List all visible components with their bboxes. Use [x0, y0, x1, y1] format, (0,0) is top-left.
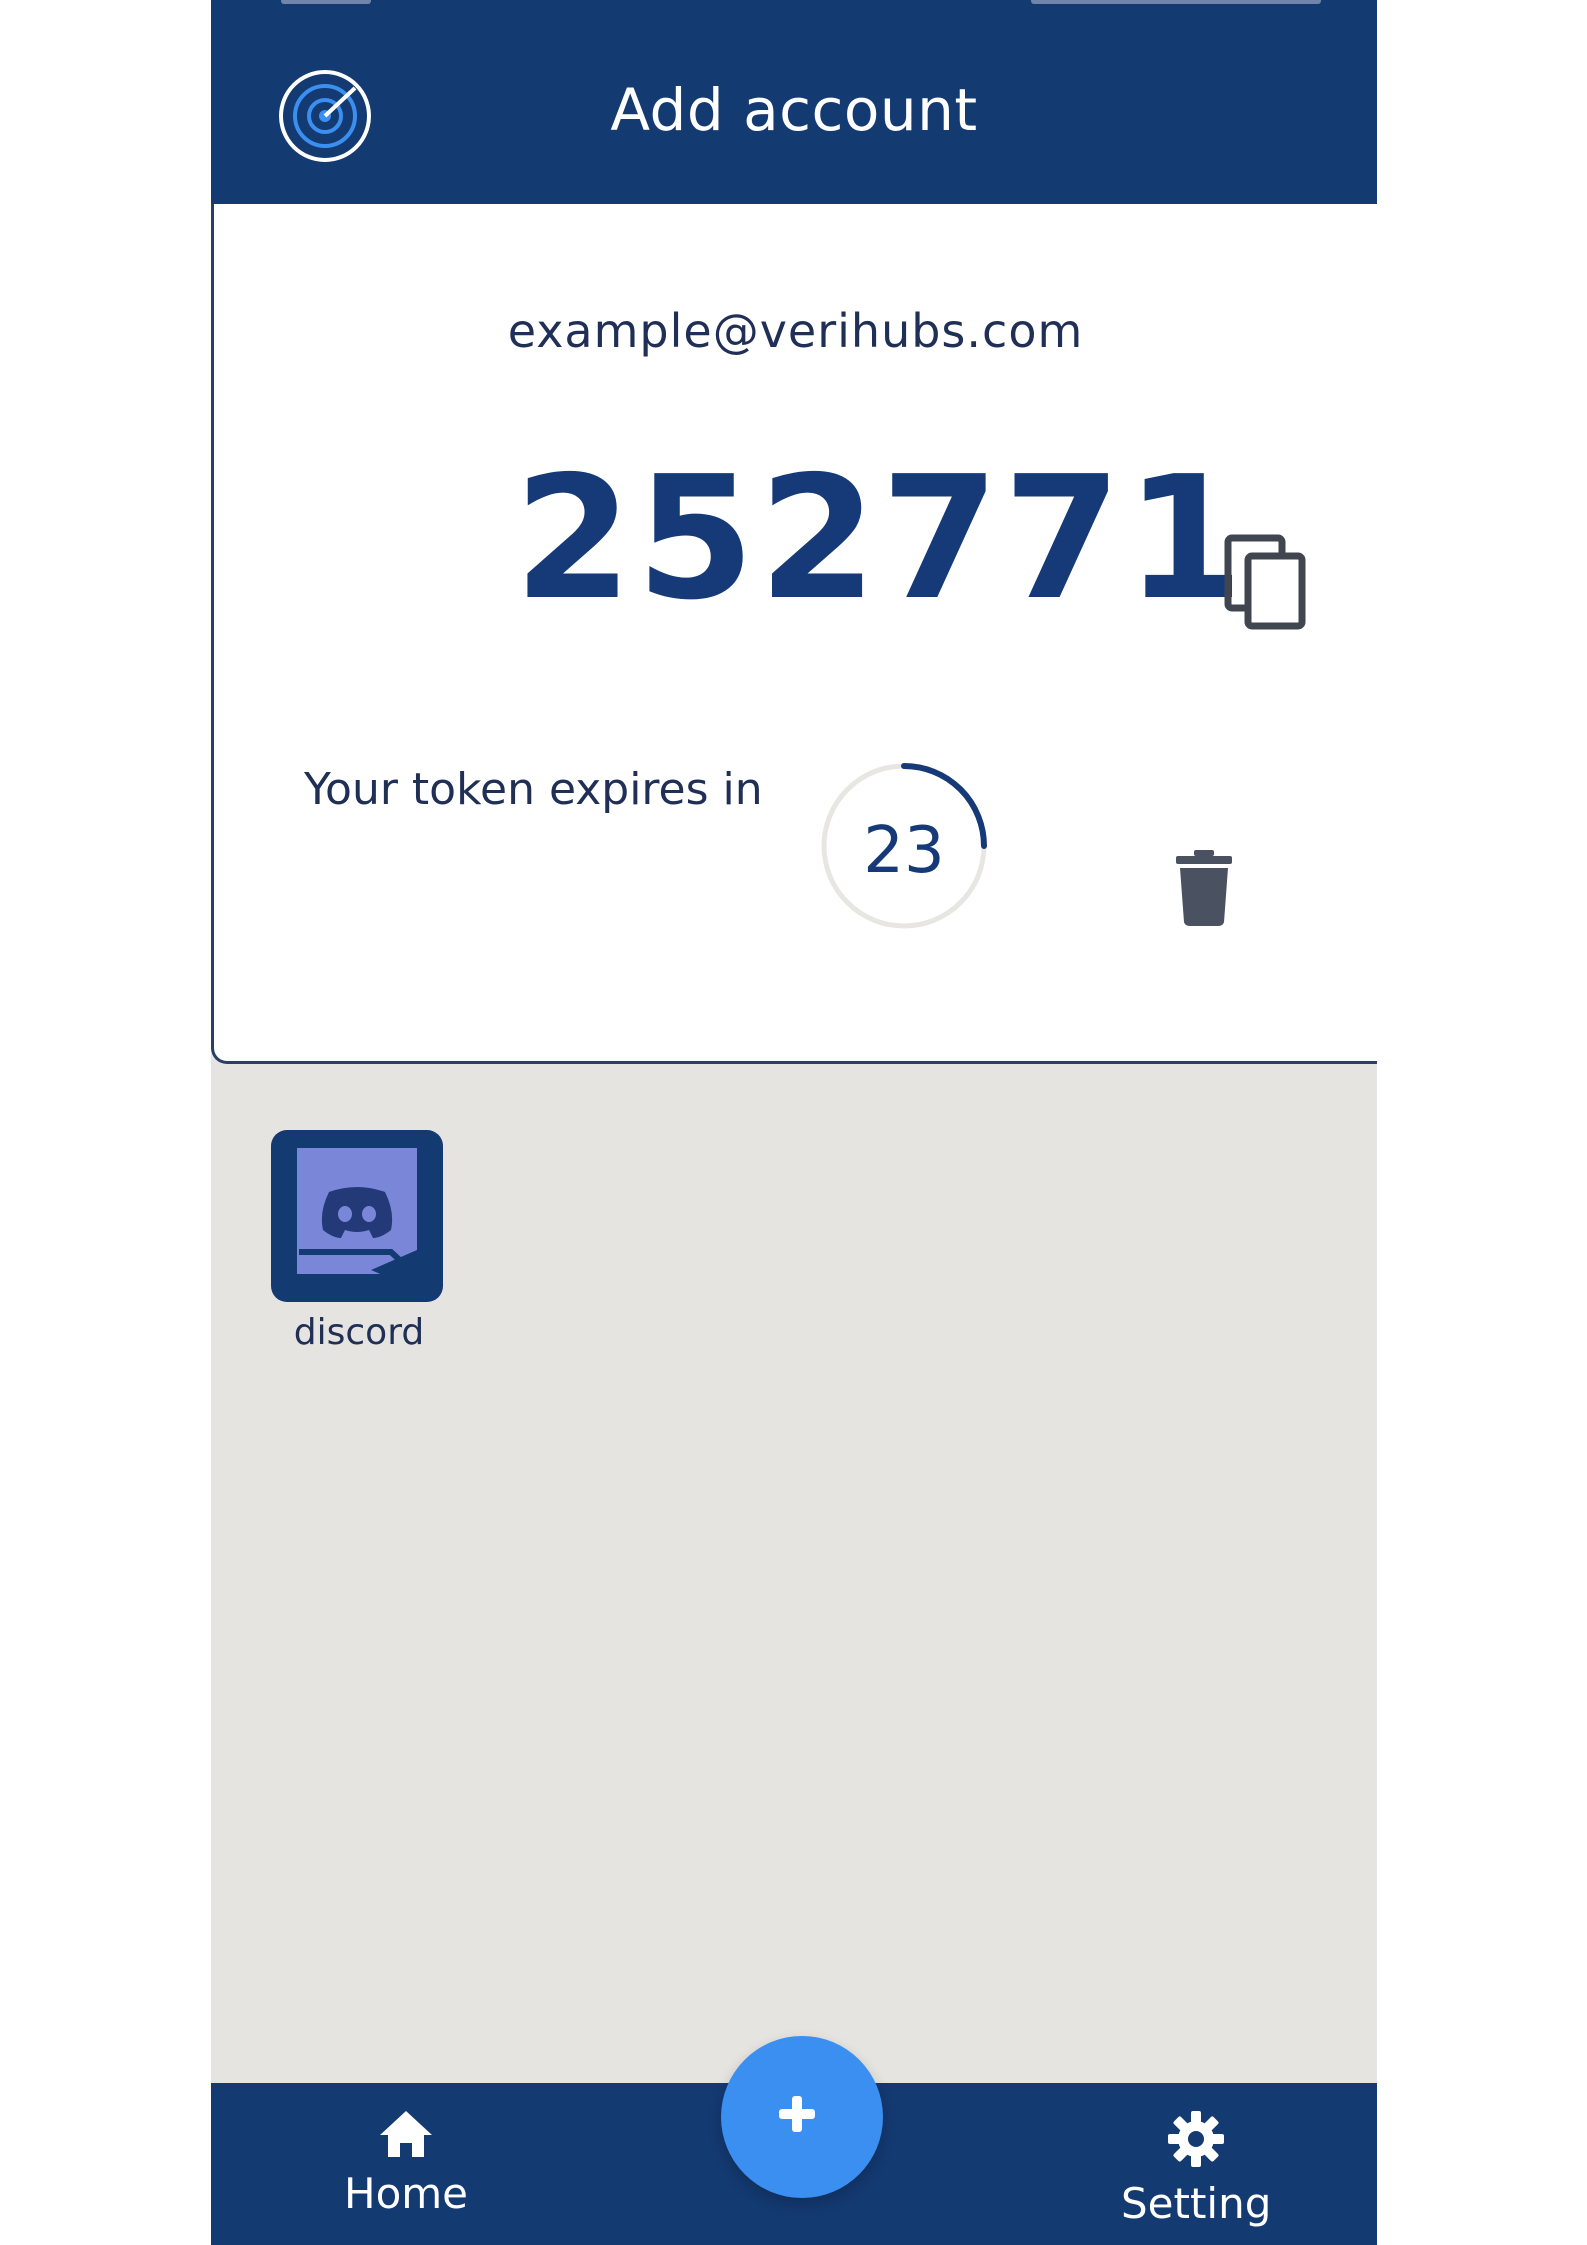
countdown-seconds: 23	[863, 814, 945, 888]
status-bar-fragment	[281, 0, 371, 4]
status-bar-fragment	[1031, 0, 1321, 4]
trash-icon[interactable]	[1176, 850, 1232, 926]
plus-icon	[779, 2096, 815, 2132]
gear-icon	[1168, 2111, 1224, 2167]
nav-setting[interactable]: Setting	[1121, 2109, 1271, 2228]
otp-code[interactable]: 252771	[514, 454, 1248, 624]
countdown-timer: 23	[818, 760, 990, 932]
page-title: Add account	[610, 76, 978, 144]
app-bar: Add account	[211, 0, 1377, 204]
nav-home[interactable]: Home	[341, 2109, 471, 2218]
home-icon	[380, 2111, 432, 2157]
add-account-button[interactable]	[721, 2036, 883, 2198]
copy-icon[interactable]	[1224, 534, 1310, 630]
expire-label: Your token expires in	[304, 764, 763, 815]
phone-screen: Add account example@verihubs.com 252771 …	[211, 0, 1377, 2245]
nav-setting-label: Setting	[1121, 2179, 1272, 2228]
service-tile-discord[interactable]: discord	[271, 1130, 447, 1353]
token-card: example@verihubs.com 252771 Your token e…	[211, 204, 1377, 1064]
account-email: example@verihubs.com	[507, 304, 1084, 358]
service-label: discord	[293, 1312, 425, 1353]
nav-home-label: Home	[343, 2169, 469, 2218]
discord-icon	[271, 1130, 443, 1302]
